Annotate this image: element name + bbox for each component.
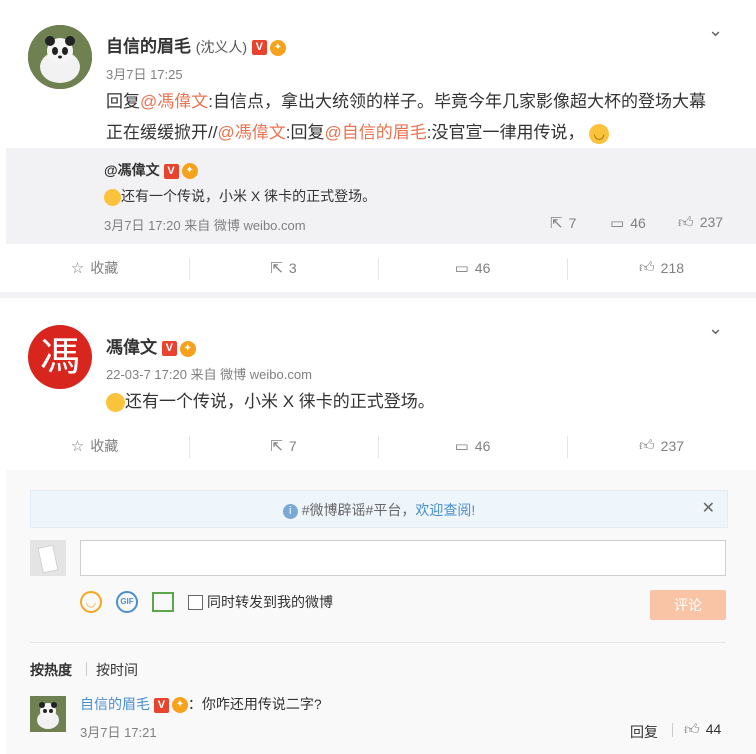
thumbs-up-icon: 👍︎ (678, 214, 694, 231)
smile-emoji-icon: ◡ (589, 123, 610, 144)
repost-button[interactable]: ⇱ 3 (189, 244, 378, 292)
star-icon: ☆ (70, 438, 85, 455)
sort-divider (30, 642, 726, 643)
quoted-meta: 3月7日 17:20 来自 微博 weibo.com (104, 218, 306, 233)
author-avatar[interactable]: 馮 (28, 325, 92, 389)
mention-link[interactable]: @自信的眉毛 (324, 123, 426, 142)
commenter-name[interactable]: 自信的眉毛 (80, 696, 150, 712)
my-avatar (30, 540, 66, 576)
post-text: 还有一个传说，小米 X 徕卡的正式登场。 (106, 386, 435, 417)
commenter-avatar[interactable] (30, 696, 66, 732)
repost-checkbox[interactable] (188, 595, 203, 610)
info-icon: i (282, 503, 298, 519)
comment-button[interactable]: ▭ 46 (378, 244, 567, 292)
repost-icon: ⇱ (550, 215, 563, 232)
repost-checkbox-label: 同时转发到我的微博 (207, 594, 333, 610)
post-meta[interactable]: 22-03-7 17:20 来自 微博 weibo.com (106, 364, 312, 383)
member-crown-icon: ✦ (179, 340, 196, 357)
notice-bar: i #微博辟谣#平台，欢迎查阅! ✕ (30, 490, 728, 528)
alias: (沈义人) (195, 39, 248, 55)
member-crown-icon: ✦ (269, 39, 286, 56)
comment-icon: ▭ (454, 438, 469, 455)
comment-like-button[interactable]: 👍︎ 44 (684, 721, 721, 739)
comment-input[interactable] (80, 540, 726, 576)
close-icon[interactable]: ✕ (702, 498, 715, 518)
comment-button[interactable]: ▭ 46 (378, 422, 567, 470)
thumbs-up-icon: 👍︎ (638, 259, 655, 276)
chevron-down-icon[interactable]: ⌄ (708, 20, 723, 41)
author-name[interactable]: 馮偉文 V ✦ (106, 333, 196, 358)
reply-separator (672, 723, 673, 737)
verified-v-icon: V (161, 341, 177, 357)
notice-text: i #微博辟谣#平台，欢迎查阅! (31, 500, 727, 520)
quoted-author[interactable]: @馮偉文 V ✦ (104, 160, 198, 180)
post-text: 回复@馮偉文:自信点，拿出大统领的样子。毕竟今年几家影像超大杯的登场大幕 正在缓… (106, 92, 706, 144)
author-name[interactable]: 自信的眉毛 (沈义人) V ✦ (106, 32, 286, 57)
post-time[interactable]: 3月7日 17:25 (106, 64, 183, 83)
comment-icon: ▭ (454, 260, 469, 277)
verified-v-icon: V (251, 40, 267, 56)
quoted-repost-button[interactable]: ⇱ 7 (550, 214, 576, 232)
favorite-button[interactable]: ☆ 收藏 (0, 422, 189, 470)
thumbs-up-icon: 👍︎ (684, 721, 700, 738)
chevron-down-icon[interactable]: ⌄ (708, 318, 723, 339)
post-card-2: 馮 馮偉文 V ✦ 22-03-7 17:20 来自 微博 weibo.com ⌄… (0, 298, 756, 754)
image-icon[interactable] (152, 592, 174, 612)
mention-link[interactable]: @馮偉文 (217, 123, 285, 142)
comment-icon: ▭ (610, 215, 625, 232)
thumbs-up-icon: 👍︎ (638, 437, 655, 454)
sort-separator (86, 662, 87, 676)
like-button[interactable]: 👍︎ 237 (567, 422, 756, 470)
like-button[interactable]: 👍︎ 218 (567, 244, 756, 292)
post-card-1: 自信的眉毛 (沈义人) V ✦ 3月7日 17:25 ⌄ 回复@馮偉文:自信点，拿… (0, 0, 756, 292)
favorite-button[interactable]: ☆ 收藏 (0, 244, 189, 292)
post-action-bar: ☆ 收藏 ⇱ 3 ▭ 46 👍︎ 218 (0, 244, 756, 292)
member-crown-icon: ✦ (171, 697, 188, 714)
quoted-text: 还有一个传说，小米 X 徕卡的正式登场。 (104, 186, 376, 206)
repost-icon: ⇱ (270, 438, 283, 455)
mention-link[interactable]: @馮偉文 (140, 92, 208, 111)
sort-by-hot[interactable]: 按热度 (30, 660, 72, 680)
verified-v-icon: V (153, 697, 169, 713)
post-action-bar: ☆ 收藏 ⇱ 7 ▭ 46 👍︎ 237 (0, 422, 756, 470)
reply-button[interactable]: 回复 (630, 722, 658, 742)
emoji-button[interactable]: ◡ (80, 591, 102, 613)
star-icon: ☆ (70, 260, 85, 277)
repost-button[interactable]: ⇱ 7 (189, 422, 378, 470)
repost-icon: ⇱ (270, 260, 283, 277)
quoted-like-button[interactable]: 👍︎ 237 (678, 214, 723, 232)
member-crown-icon: ✦ (181, 163, 198, 180)
quoted-post[interactable]: @馮偉文 V ✦ 还有一个传说，小米 X 徕卡的正式登场。 3月7日 17:20 … (6, 148, 756, 244)
quoted-comment-button[interactable]: ▭ 46 (610, 214, 646, 232)
thinking-emoji-icon (106, 393, 125, 413)
avatar-glyph: 馮 (40, 334, 80, 380)
gif-icon[interactable]: GIF (116, 591, 138, 613)
verified-v-icon: V (163, 163, 179, 179)
submit-comment-button[interactable]: 评论 (650, 590, 726, 620)
comment-time: 3月7日 17:21 (80, 725, 157, 740)
thinking-emoji-icon (104, 188, 121, 206)
sort-by-time[interactable]: 按时间 (96, 660, 138, 680)
comment-line: 自信的眉毛 V ✦ ：你咋还用传说二字? (80, 694, 322, 714)
comment-text: ：你咋还用传说二字? (187, 696, 322, 712)
author-avatar[interactable] (28, 25, 92, 89)
notice-link[interactable]: 欢迎查阅! (415, 502, 475, 518)
